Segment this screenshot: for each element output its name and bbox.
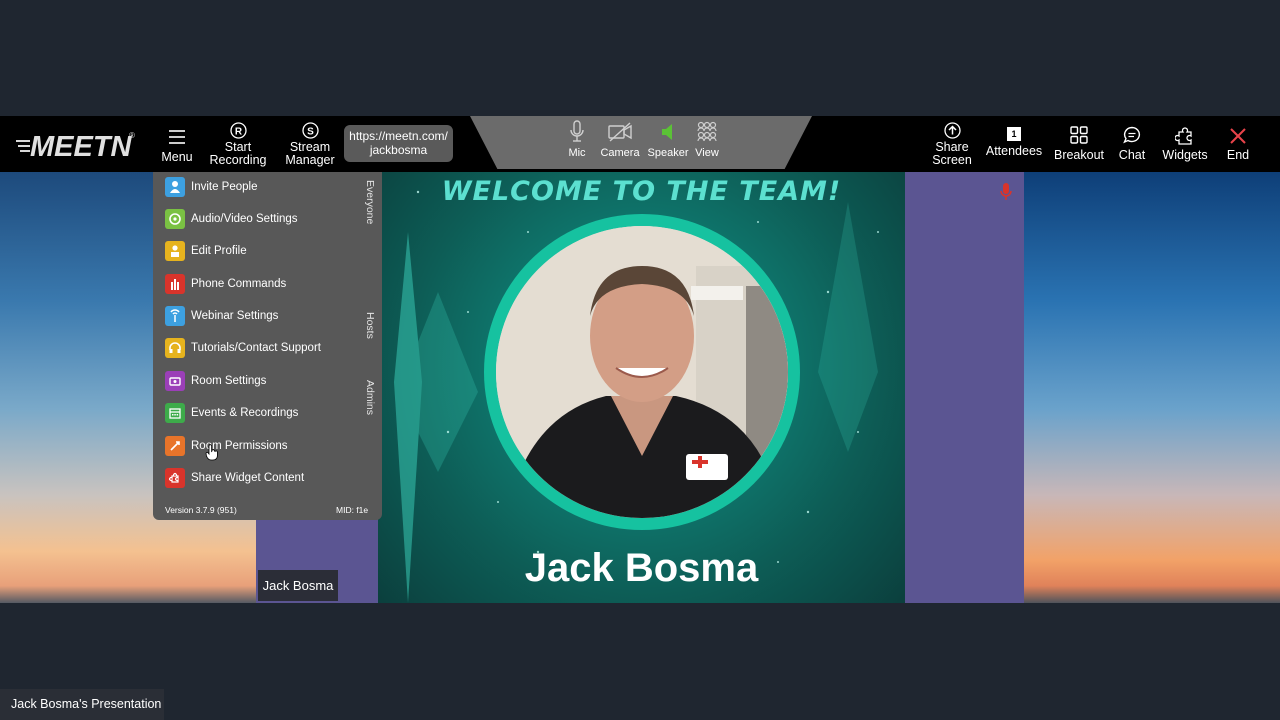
share-screen-icon (943, 122, 961, 139)
welcome-banner: WELCOME TO THE TEAM! (441, 176, 842, 207)
close-x-icon (1230, 128, 1246, 144)
menu-item-invite-people[interactable]: Invite People (165, 175, 258, 199)
svg-text:®: ® (129, 131, 135, 140)
menu-item-label: Room Settings (191, 375, 267, 387)
muted-microphone-icon (1000, 183, 1012, 200)
camera-off-icon (608, 122, 632, 142)
view-grid-icon (697, 121, 717, 142)
hand-cursor-icon (205, 444, 218, 461)
hamburger-icon (169, 130, 185, 144)
puzzle-piece-icon (1175, 127, 1192, 145)
menu-item-label: Edit Profile (191, 245, 247, 257)
menu-item-phone-commands[interactable]: Phone Commands (165, 272, 286, 296)
menu-item-label: Webinar Settings (191, 310, 279, 322)
webinar-icon (165, 306, 185, 326)
calendar-icon (165, 403, 185, 423)
share-screen-label-2: Screen (932, 153, 972, 167)
menu-item-label: Events & Recordings (191, 407, 299, 419)
attendee-count-badge: 1 (1007, 127, 1021, 141)
menu-item-room-settings[interactable]: Room Settings (165, 369, 266, 393)
attendees-button[interactable]: 1 Attendees (986, 122, 1042, 168)
record-icon: R (229, 122, 247, 139)
microphone-icon (570, 120, 584, 142)
menu-item-label: Phone Commands (191, 278, 287, 290)
av-settings-icon (165, 209, 185, 229)
menu-label: Menu (161, 150, 193, 164)
menu-item-label: Share Widget Content (191, 472, 305, 484)
menu-item-label: Tutorials/Contact Support (191, 342, 321, 354)
menu-item-tutorials-contact-support[interactable]: Tutorials/Contact Support (165, 336, 321, 360)
chat-button[interactable]: Chat (1118, 122, 1146, 168)
camera-label: Camera (600, 147, 640, 159)
presenter-video: WELCOME TO THE TEAM! Jack Bosma (378, 172, 905, 603)
version-text: Version 3.7.9 (951) (165, 505, 237, 515)
main-menu-dropdown: Everyone Hosts Admins Invite People Audi… (153, 172, 382, 520)
widgets-label: Widgets (1162, 148, 1208, 162)
attendees-label: Attendees (985, 144, 1043, 158)
view-label: View (695, 147, 719, 159)
stream-manager-label-2: Manager (285, 153, 335, 167)
camera-button[interactable]: Camera (600, 120, 640, 159)
menu-button[interactable]: Menu (160, 122, 194, 168)
menu-item-label: Audio/Video Settings (191, 213, 298, 225)
svg-text:R: R (234, 127, 242, 138)
room-settings-icon (165, 371, 185, 391)
participant-name-tag: Jack Bosma (258, 570, 338, 601)
end-button[interactable]: End (1224, 122, 1252, 168)
menu-item-edit-profile[interactable]: Edit Profile (165, 239, 247, 263)
end-label: End (1226, 148, 1250, 162)
section-label-hosts: Hosts (364, 312, 376, 339)
share-widget-icon (165, 468, 185, 488)
room-url-box[interactable]: https://meetn.com/ jackbosma (344, 125, 453, 162)
menu-item-label: Invite People (191, 181, 258, 193)
widgets-button[interactable]: Widgets (1162, 122, 1208, 168)
edit-profile-icon (165, 241, 185, 261)
chat-label: Chat (1118, 148, 1146, 162)
start-recording-label-2: Recording (209, 153, 267, 167)
mid-text: MID: f1e (336, 505, 369, 515)
person-icon (165, 177, 185, 197)
mic-button[interactable]: Mic (566, 120, 588, 159)
section-label-everyone: Everyone (364, 180, 376, 225)
menu-item-webinar-settings[interactable]: Webinar Settings (165, 304, 278, 328)
menu-item-room-permissions[interactable]: Room Permissions (165, 434, 288, 458)
phone-commands-icon (165, 274, 185, 294)
media-controls-pill (470, 116, 812, 169)
meeting-window: MEETN ® Menu R Start Recording S Stream … (0, 0, 1280, 720)
speaker-icon (662, 124, 672, 140)
start-recording-button[interactable]: R Start Recording (209, 122, 267, 168)
meetn-logo: MEETN ® (16, 128, 140, 163)
top-toolbar: MEETN ® Menu R Start Recording S Stream … (0, 116, 1280, 172)
stream-manager-button[interactable]: S Stream Manager (284, 122, 336, 168)
chat-bubble-icon (1123, 126, 1140, 144)
background-sky-right (1024, 172, 1280, 603)
breakout-grid-icon (1070, 126, 1088, 144)
section-label-admins: Admins (364, 380, 376, 416)
room-url-line-2: jackbosma (369, 143, 428, 157)
menu-item-audio-video-settings[interactable]: Audio/Video Settings (165, 207, 298, 231)
support-icon (165, 338, 185, 358)
speaker-button[interactable]: Speaker (647, 120, 689, 159)
view-button[interactable]: View (694, 120, 720, 159)
menu-item-events-recordings[interactable]: Events & Recordings (165, 401, 298, 425)
share-screen-button[interactable]: Share Screen (932, 122, 972, 168)
presenter-photo (496, 226, 788, 518)
presentation-caption: Jack Bosma's Presentation (0, 689, 164, 720)
portrait-ring (484, 214, 800, 530)
presenter-name-title: Jack Bosma (524, 546, 759, 590)
mic-label: Mic (568, 147, 586, 159)
breakout-button[interactable]: Breakout (1054, 122, 1104, 168)
breakout-label: Breakout (1053, 148, 1105, 162)
menu-item-share-widget-content[interactable]: Share Widget Content (165, 466, 304, 490)
speaker-label: Speaker (647, 147, 689, 159)
permissions-icon (165, 436, 185, 456)
svg-text:S: S (307, 127, 314, 138)
stream-icon: S (301, 122, 319, 139)
room-url-line-1: https://meetn.com/ (349, 129, 448, 143)
logo-text: MEETN (30, 131, 133, 162)
